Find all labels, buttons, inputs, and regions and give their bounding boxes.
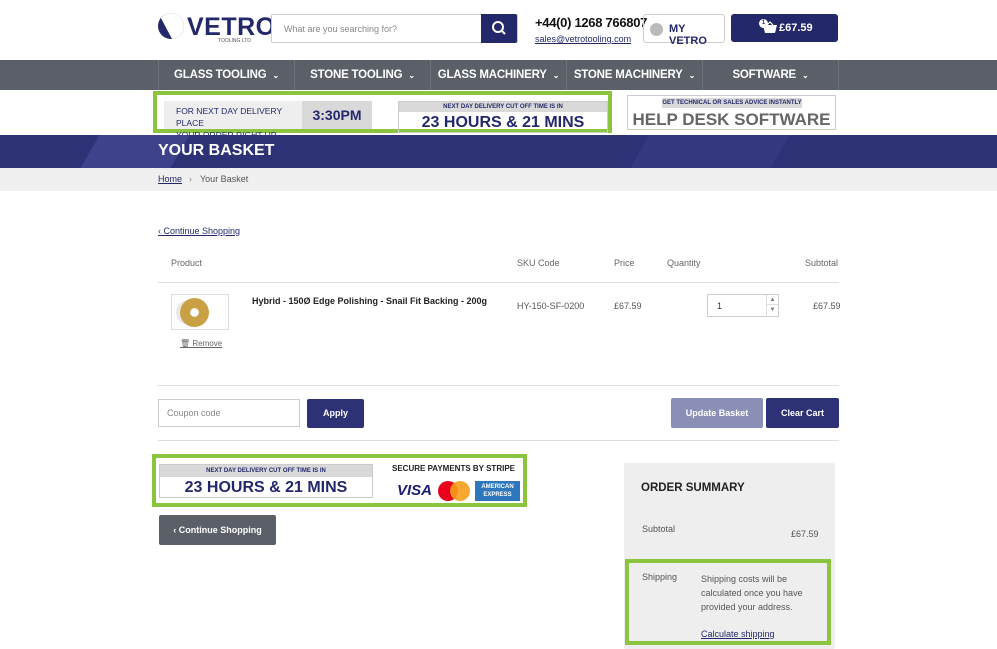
- clear-cart-button[interactable]: Clear Cart: [766, 398, 839, 428]
- chevron-down-icon[interactable]: ▼: [767, 305, 778, 315]
- payments-banner: NEXT DAY DELIVERY CUT OFF TIME IS IN 23 …: [152, 454, 527, 507]
- column-header-sku: SKU Code: [517, 258, 560, 268]
- countdown-caption: NEXT DAY DELIVERY CUT OFF TIME IS IN: [399, 102, 607, 112]
- calculate-shipping-link[interactable]: Calculate shipping: [701, 629, 775, 639]
- delivery-banner: FOR NEXT DAY DELIVERY PLACE YOUR ORDER R…: [153, 91, 612, 152]
- nav-item-label: STONE MACHINERY: [573, 69, 683, 81]
- search-bar: [271, 14, 518, 43]
- chevron-down-icon: ⌄: [408, 71, 415, 80]
- cart-total: £67.59: [779, 22, 813, 34]
- order-summary-title: ORDER SUMMARY: [641, 482, 745, 494]
- column-header-quantity: Quantity: [667, 258, 701, 268]
- product-price: £67.59: [614, 301, 642, 311]
- stepper-controls: ▲ ▼: [766, 295, 778, 316]
- my-vetro-button[interactable]: MY VETRO: [643, 14, 725, 47]
- shipping-section: Shipping Shipping costs will be calculat…: [625, 559, 831, 645]
- product-image-disc: [180, 298, 209, 327]
- logo-subtext: TOOLING LTD: [218, 38, 251, 44]
- quantity-value[interactable]: 1: [717, 301, 722, 311]
- logo-mark-icon: [158, 13, 184, 39]
- product-sku: HY-150-SF-0200: [517, 301, 585, 311]
- nav-item-glass-tooling[interactable]: GLASS TOOLING ⌄: [158, 60, 294, 90]
- delivery-line-1: FOR NEXT DAY DELIVERY PLACE: [176, 106, 282, 128]
- nav-item-glass-machinery[interactable]: GLASS MACHINERY ⌄: [430, 60, 566, 90]
- email-link[interactable]: sales@vetrotooling.com: [535, 34, 631, 44]
- summary-subtotal-label: Subtotal: [642, 524, 676, 534]
- countdown-caption: NEXT DAY DELIVERY CUT OFF TIME IS IN: [160, 465, 372, 477]
- coupon-input[interactable]: [159, 400, 299, 426]
- main-nav: GLASS TOOLING ⌄ STONE TOOLING ⌄ GLASS MACH…: [0, 60, 997, 90]
- nav-item-label: STONE TOOLING: [310, 69, 403, 81]
- visa-logo: VISA: [397, 482, 433, 499]
- product-subtotal: £67.59: [813, 301, 841, 311]
- update-basket-button[interactable]: Update Basket: [671, 398, 763, 428]
- user-avatar-icon: [650, 23, 663, 36]
- shipping-text: Shipping costs will be calculated once y…: [701, 574, 803, 612]
- search-input[interactable]: [272, 15, 483, 42]
- divider: [158, 282, 839, 283]
- apply-coupon-button[interactable]: Apply: [307, 399, 364, 428]
- remove-item-link[interactable]: 🗑 Remove: [180, 339, 222, 348]
- help-desk-banner[interactable]: GET TECHNICAL OR SALES ADVICE INSTANTLY …: [627, 95, 836, 130]
- column-header-subtotal: Subtotal: [805, 258, 839, 268]
- nav-item-stone-machinery[interactable]: STONE MACHINERY ⌄: [566, 60, 702, 90]
- secure-payments-label: SECURE PAYMENTS BY STRIPE: [392, 464, 515, 473]
- trash-icon: 🗑: [180, 339, 191, 348]
- nav-item-software[interactable]: SOFTWARE ⌄: [702, 60, 839, 90]
- page-title: YOUR BASKET: [158, 142, 275, 159]
- cart-button[interactable]: 1 £67.59: [731, 14, 838, 42]
- countdown-value: 23 HOURS & 21 MINS: [184, 479, 348, 496]
- vetro-logo[interactable]: VETRO TOOLING LTD: [158, 13, 275, 44]
- chevron-down-icon: ⌄: [272, 71, 279, 80]
- column-header-price: Price: [614, 258, 635, 268]
- help-caption: GET TECHNICAL OR SALES ADVICE INSTANTLY: [662, 98, 802, 108]
- chevron-up-icon[interactable]: ▲: [767, 295, 778, 305]
- quantity-stepper[interactable]: 1 ▲ ▼: [707, 294, 779, 317]
- countdown-box: NEXT DAY DELIVERY CUT OFF TIME IS IN 23 …: [398, 101, 608, 133]
- continue-shopping-button[interactable]: ‹ Continue Shopping: [159, 515, 276, 545]
- coupon-field-wrapper: [158, 399, 300, 427]
- search-button[interactable]: [481, 14, 517, 43]
- amex-logo: AMERICAN EXPRESS: [475, 481, 520, 501]
- chevron-down-icon: ⌄: [552, 71, 560, 80]
- summary-subtotal-value: £67.59: [791, 529, 819, 539]
- decorative-stripe: [630, 135, 790, 168]
- product-name[interactable]: Hybrid - 150Ø Edge Polishing - Snail Fit…: [252, 296, 487, 306]
- divider: [158, 385, 839, 386]
- countdown-box: NEXT DAY DELIVERY CUT OFF TIME IS IN 23 …: [159, 464, 373, 498]
- search-icon: [492, 21, 506, 35]
- help-title: HELP DESK SOFTWARE: [632, 110, 831, 129]
- cutoff-time: 3:30PM: [302, 101, 372, 129]
- cart-count-badge: 1: [759, 19, 768, 28]
- countdown-value: 23 HOURS & 21 MINS: [421, 114, 585, 131]
- divider: [158, 440, 839, 441]
- phone-number: +44(0) 1268 766807: [535, 15, 648, 30]
- logo-text: VETRO: [187, 13, 276, 41]
- breadcrumb-separator-icon: ›: [189, 174, 192, 184]
- chevron-down-icon: ⌄: [688, 71, 696, 80]
- page-title-band: YOUR BASKET: [0, 135, 997, 168]
- breadcrumb-current: Your Basket: [200, 174, 249, 184]
- nav-item-label: GLASS MACHINERY: [437, 69, 547, 81]
- breadcrumb: Home › Your Basket: [0, 168, 997, 191]
- nav-item-stone-tooling[interactable]: STONE TOOLING ⌄: [294, 60, 430, 90]
- mastercard-icon: [438, 481, 470, 501]
- nav-item-label: SOFTWARE: [732, 69, 797, 81]
- my-vetro-label: MY VETRO: [669, 23, 707, 47]
- nav-item-label: GLASS TOOLING: [174, 69, 267, 81]
- product-thumbnail[interactable]: [171, 294, 229, 330]
- breadcrumb-home-link[interactable]: Home: [158, 168, 182, 191]
- remove-label: Remove: [192, 339, 223, 348]
- column-header-product: Product: [171, 258, 203, 268]
- chevron-down-icon: ⌄: [802, 71, 809, 80]
- shipping-label: Shipping: [642, 572, 678, 582]
- continue-shopping-link[interactable]: ‹ Continue Shopping: [158, 226, 240, 236]
- delivery-text: FOR NEXT DAY DELIVERY PLACE YOUR ORDER R…: [164, 101, 302, 152]
